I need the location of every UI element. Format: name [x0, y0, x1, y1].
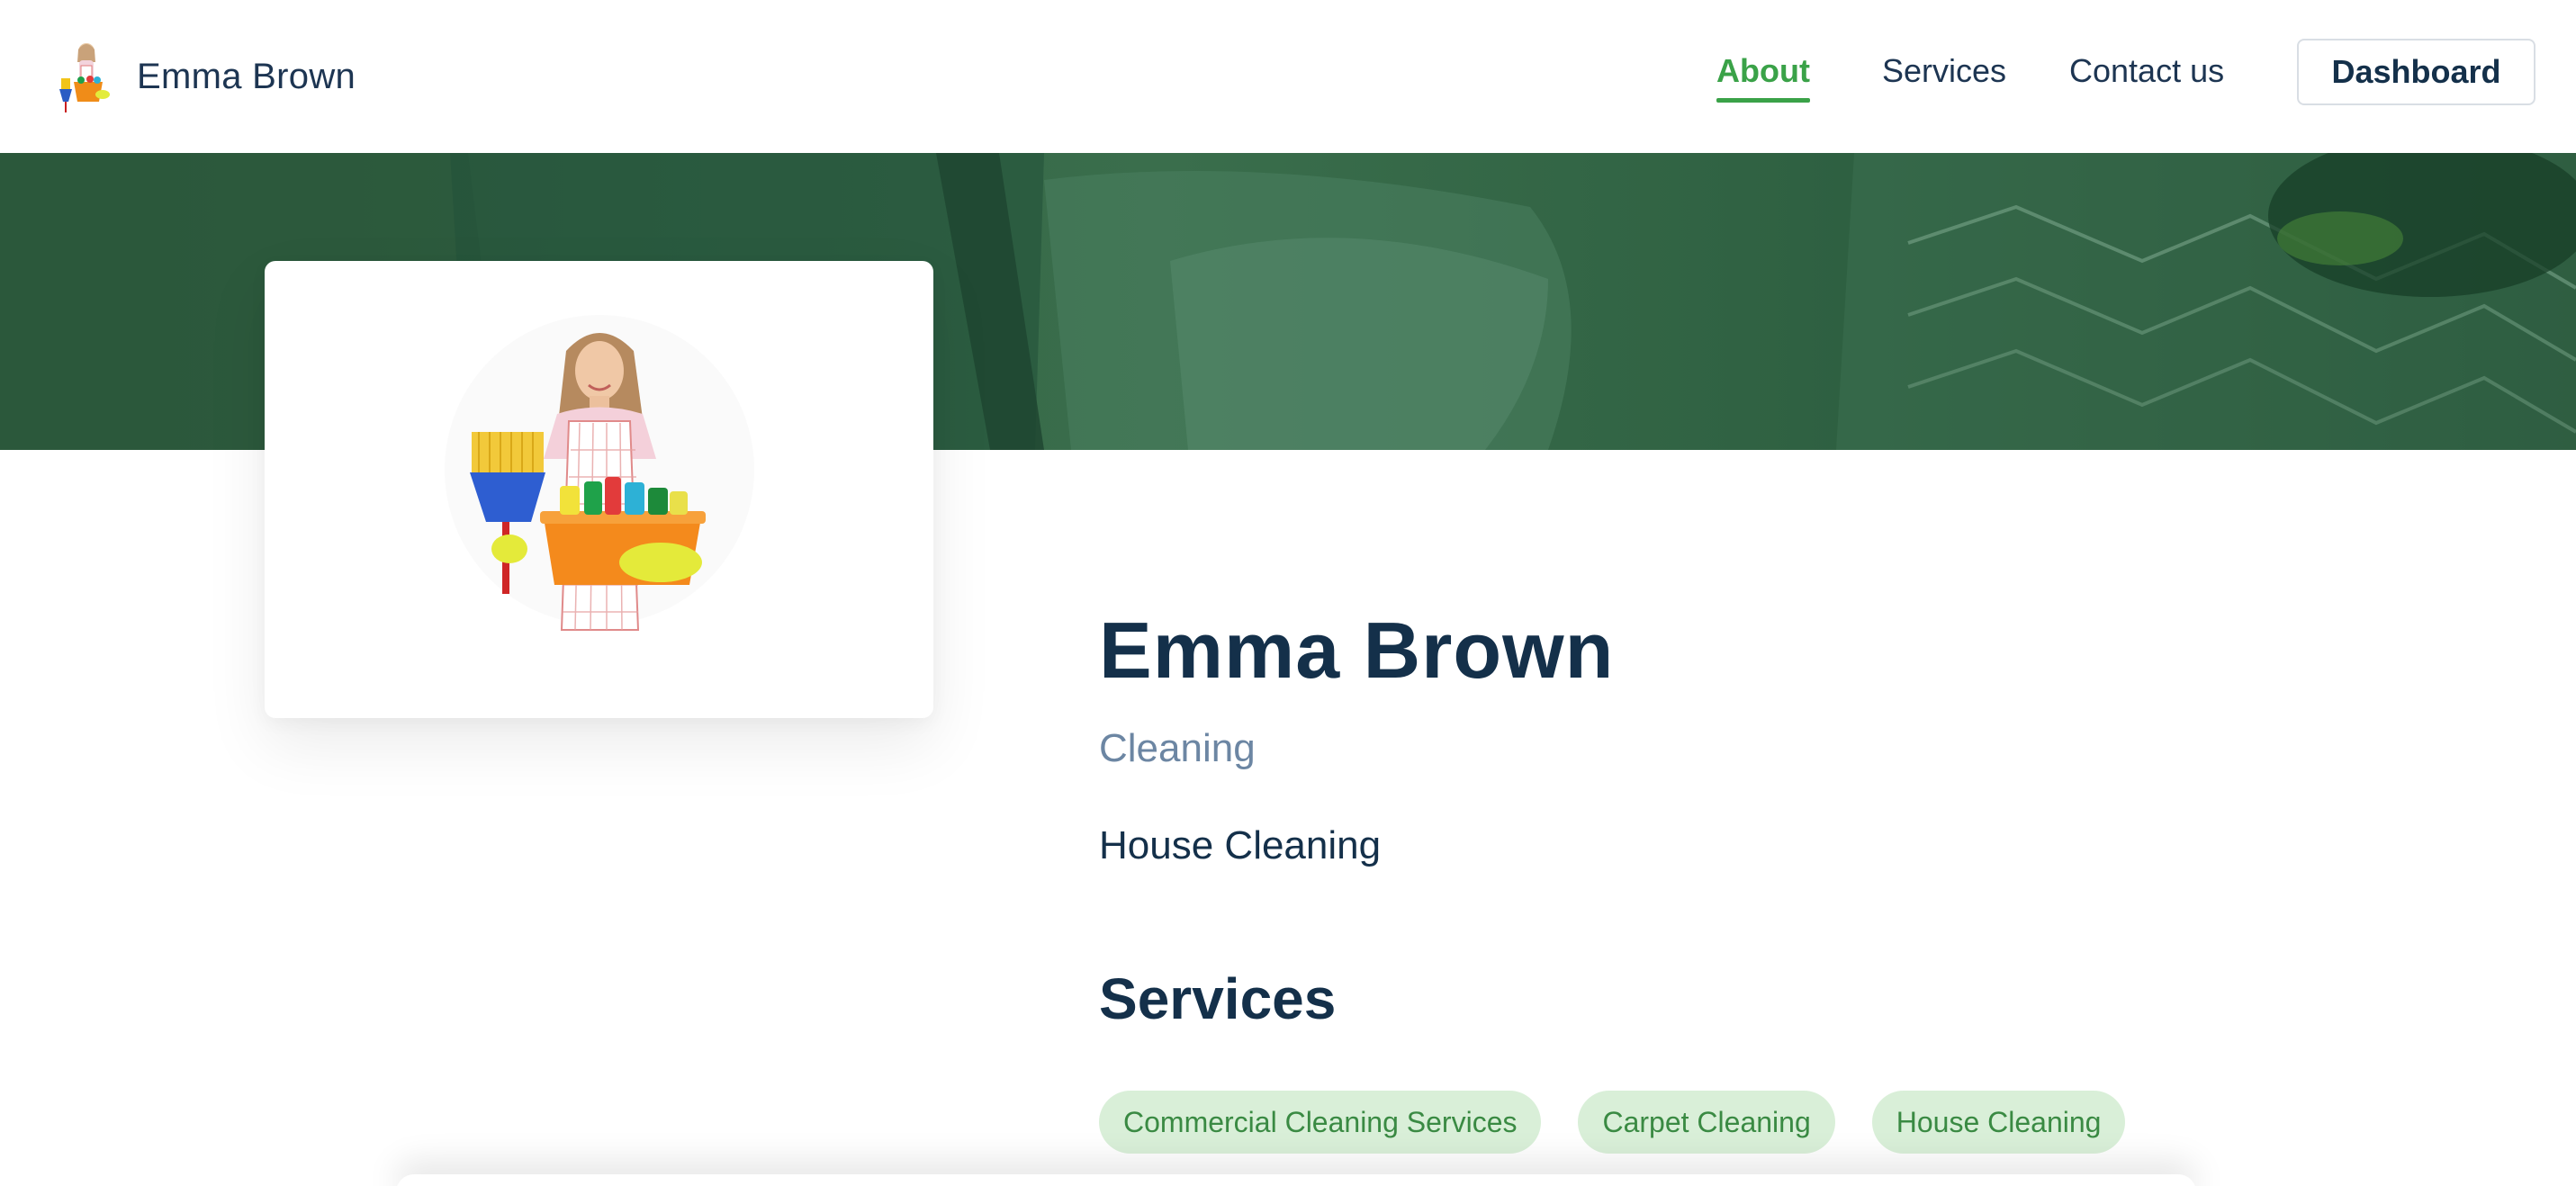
- nav-link-contact[interactable]: Contact us: [2069, 52, 2224, 90]
- nav-link-contact-label: Contact us: [2069, 52, 2225, 89]
- service-tag[interactable]: Carpet Cleaning: [1578, 1091, 1835, 1154]
- services-tag-list: Commercial Cleaning Services Carpet Clea…: [1099, 1091, 2126, 1154]
- brand-logo-icon: [59, 43, 110, 112]
- nav-link-about-label: About: [1716, 52, 1810, 89]
- services-heading: Services: [1099, 966, 1337, 1031]
- top-navbar: Emma Brown About Services Contact us Das…: [0, 0, 2576, 153]
- profile-category: Cleaning: [1099, 726, 1256, 770]
- service-tag[interactable]: House Cleaning: [1871, 1091, 2126, 1154]
- nav-link-services-label: Services: [1882, 52, 2007, 89]
- profile-name: Emma Brown: [1099, 606, 1615, 695]
- profile-subcategory: House Cleaning: [1099, 823, 1382, 867]
- nav-link-about[interactable]: About: [1716, 52, 1810, 103]
- nav-link-services[interactable]: Services: [1882, 52, 2006, 90]
- next-section-card-edge: [396, 1174, 2196, 1186]
- service-tag[interactable]: Commercial Cleaning Services: [1099, 1091, 1542, 1154]
- brand-home-link[interactable]: Emma Brown: [54, 36, 356, 117]
- dashboard-button[interactable]: Dashboard: [2297, 39, 2535, 105]
- profile-photo-card: [265, 261, 933, 718]
- brand-name: Emma Brown: [137, 56, 356, 96]
- profile-photo: [445, 315, 754, 631]
- nav-active-underline: [1716, 98, 1810, 103]
